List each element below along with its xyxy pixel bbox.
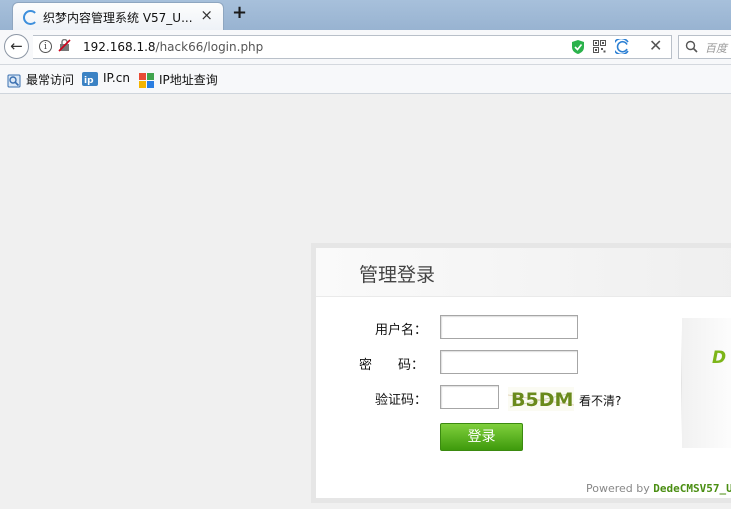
bookmark-label: IP地址查询	[159, 73, 218, 87]
side-decoration	[682, 318, 731, 448]
refresh-captcha-link[interactable]: 看不清?	[579, 392, 621, 409]
username-input[interactable]	[440, 315, 578, 339]
ip-cn-icon: ip	[82, 71, 98, 86]
captcha-input[interactable]	[440, 385, 499, 409]
powered-by: Powered by DedeCMSV57_U	[586, 482, 731, 495]
insecure-connection-icon[interactable]	[58, 39, 71, 52]
username-label: 用户名：	[375, 323, 428, 338]
bookmark-ip-lookup[interactable]: IP地址查询	[139, 71, 218, 88]
dedecms-logo: D	[712, 348, 727, 368]
tab-close-icon[interactable]: ×	[200, 6, 213, 24]
login-header: 管理登录	[316, 248, 731, 297]
powered-by-prefix: Powered by	[586, 482, 654, 495]
password-label: 密 码：	[359, 358, 425, 373]
login-button[interactable]: 登录	[440, 423, 523, 451]
wave-icon[interactable]	[615, 39, 630, 54]
back-button[interactable]: ←	[4, 34, 29, 59]
captcha-label: 验证码：	[375, 393, 428, 408]
login-panel: 管理登录 用户名： 密 码： 验证码： B5DM 看不清? 登录 D Power…	[311, 243, 731, 503]
qr-code-icon[interactable]	[593, 40, 606, 53]
login-title: 管理登录	[359, 264, 436, 286]
info-icon[interactable]: i	[39, 40, 52, 53]
password-input[interactable]	[440, 350, 578, 374]
search-placeholder: 百度	[705, 42, 727, 55]
powered-by-brand[interactable]: DedeCMSV57_U	[653, 482, 731, 495]
captcha-text: B5DM	[511, 389, 573, 411]
tab-strip: 织梦内容管理系统 V57_U... × +	[0, 0, 731, 30]
shield-icon[interactable]	[571, 39, 585, 55]
url-bar[interactable]: i 192.168.1.8/hack66/login.php ✕	[33, 35, 672, 59]
url-host: 192.168.1.8	[83, 40, 156, 54]
bookmark-label: IP.cn	[103, 71, 130, 85]
ip-lookup-icon	[139, 73, 154, 88]
search-icon	[685, 40, 698, 53]
page-content: 管理登录 用户名： 密 码： 验证码： B5DM 看不清? 登录 D Power…	[0, 94, 731, 509]
tab-active[interactable]: 织梦内容管理系统 V57_U... ×	[12, 2, 224, 30]
most-visited-icon	[7, 74, 21, 87]
bookmark-label: 最常访问	[26, 73, 75, 87]
bookmark-most-visited[interactable]: 最常访问	[7, 71, 74, 88]
svg-text:ip: ip	[84, 76, 94, 86]
url-path: /hack66/login.php	[155, 40, 264, 54]
stop-icon[interactable]: ✕	[649, 36, 662, 55]
navigation-bar: ← i 192.168.1.8/hack66/login.php ✕ 百度	[0, 30, 731, 65]
new-tab-icon[interactable]: +	[232, 2, 247, 23]
loading-spinner-icon	[23, 10, 38, 25]
bookmark-ip-cn[interactable]: ip IP.cn	[82, 71, 130, 86]
captcha-image[interactable]: B5DM	[508, 387, 574, 411]
url-text[interactable]: 192.168.1.8/hack66/login.php	[83, 40, 263, 54]
tab-title: 织梦内容管理系统 V57_U...	[43, 11, 193, 25]
bookmarks-toolbar: 最常访问 ip IP.cn IP地址查询	[0, 65, 731, 94]
divider	[681, 328, 682, 438]
search-bar[interactable]: 百度	[678, 35, 731, 59]
